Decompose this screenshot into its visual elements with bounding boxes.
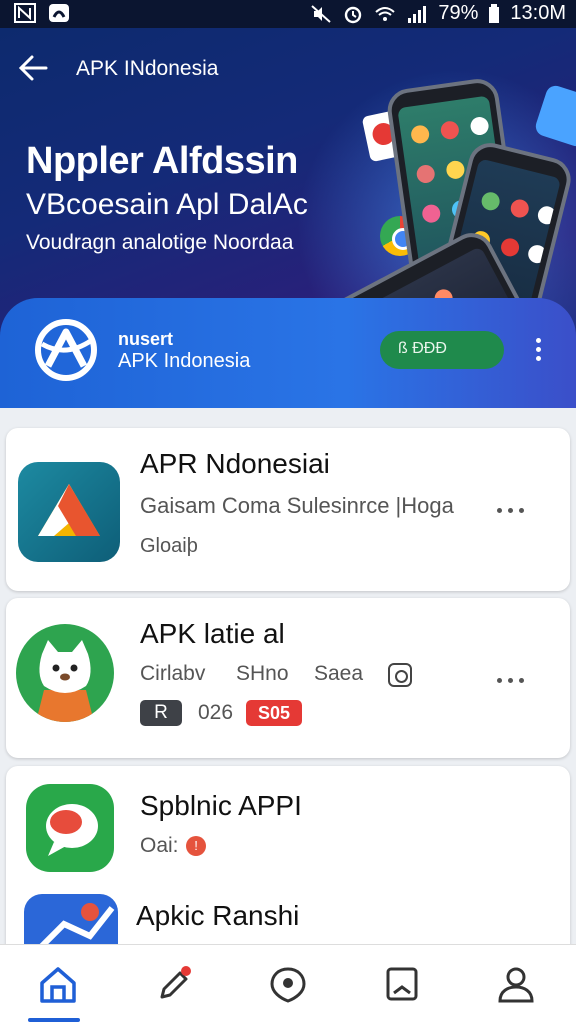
app-card[interactable]: Spblnic APPI Oai: ! Apkic Ranshi — [6, 766, 570, 956]
hero-tagline: Voudragn analotige Noordaa — [26, 231, 294, 254]
drive-triangle-icon — [18, 462, 120, 562]
vertical-dots-icon[interactable] — [530, 338, 546, 368]
mute-icon — [311, 4, 332, 23]
arrow-left-icon[interactable] — [18, 54, 48, 82]
signal-icon — [408, 5, 427, 23]
app-count: 026 — [198, 701, 234, 724]
rating-badge: R — [140, 700, 182, 726]
app-meta-1: Cirlabv — [140, 662, 206, 685]
app-subtitle: Gaisam Coma Sulesinrce |Hoga — [140, 493, 454, 518]
app-meta: Oai: — [140, 834, 179, 857]
size-badge: S05 — [246, 700, 302, 726]
square-app-icon — [49, 4, 69, 22]
status-bar: 79% 13:0M — [0, 0, 576, 28]
bookmark-icon[interactable] — [380, 963, 424, 1007]
alarm-icon — [345, 6, 362, 23]
apk-indonesia-logo-icon — [35, 319, 97, 381]
battery-percent: 79% — [438, 2, 479, 24]
app-title: APK latie al — [140, 618, 285, 649]
banner-label-small: nusert — [118, 329, 174, 349]
banner-action-pill[interactable]: ß ÐÐÐ — [380, 331, 504, 369]
more-dots-icon[interactable] — [494, 670, 530, 683]
page-title: APK INdonesia — [76, 57, 219, 80]
app-title: Spblnic APPI — [140, 790, 302, 821]
instagram-icon[interactable] — [388, 663, 412, 687]
edit-pen-icon[interactable] — [152, 963, 196, 1007]
app-meta-3: Saea — [314, 662, 364, 685]
bottom-navigation — [0, 944, 576, 1024]
app-meta-2: SHno — [236, 662, 289, 685]
banner-app-name: APK Indonesia — [118, 350, 251, 372]
n-logo-icon — [14, 3, 36, 23]
clock: 13:0M — [510, 2, 566, 24]
active-tab-indicator — [28, 1018, 80, 1022]
app-card[interactable]: APR Ndonesiai Gaisam Coma Sulesinrce |Ho… — [6, 428, 570, 591]
app-card[interactable]: APK latie al Cirlabv SHno Saea R 026 S05 — [6, 598, 570, 758]
hero-subheadline: VBcoesain Apl DalAc — [26, 188, 308, 221]
home-icon[interactable] — [36, 963, 80, 1007]
app-title: APR Ndonesiai — [140, 448, 330, 479]
hero-headline: Nppler Alfdssin — [26, 140, 298, 182]
profile-icon[interactable] — [494, 963, 538, 1007]
app-title: Apkic Ranshi — [136, 900, 300, 931]
wifi-icon — [375, 6, 396, 21]
app-meta: Gloaiþ — [140, 535, 198, 557]
more-dots-icon[interactable] — [494, 500, 530, 513]
notification-dot-icon: ! — [186, 836, 206, 856]
battery-icon — [489, 3, 500, 23]
hero-header: APK INdonesia Nppler Alfdssin VBcoesain … — [0, 28, 576, 408]
chat-bubble-icon — [26, 784, 114, 872]
cat-mascot-icon — [16, 624, 114, 722]
location-chat-icon[interactable] — [266, 963, 310, 1007]
